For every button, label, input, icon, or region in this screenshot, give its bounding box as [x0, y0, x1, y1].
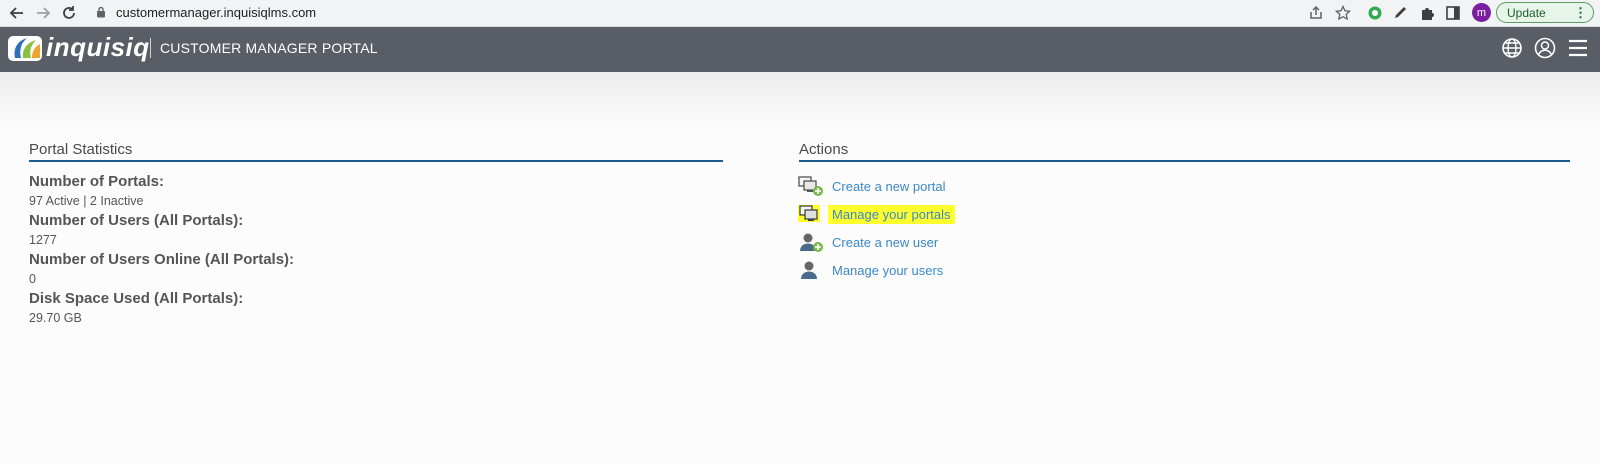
create-portal-link[interactable]: Create a new portal: [828, 177, 949, 196]
stat-value-users-online: 0: [29, 272, 36, 286]
forward-button[interactable]: [32, 2, 54, 24]
stat-label-disk-space: Disk Space Used (All Portals):: [29, 290, 244, 307]
stat-label-users-online: Number of Users Online (All Portals):: [29, 251, 295, 268]
update-label: Update: [1507, 5, 1546, 20]
create-user-icon: [798, 231, 824, 253]
create-portal-icon: [798, 175, 824, 197]
reload-icon: [63, 6, 75, 19]
manage-portals-icon: [798, 203, 824, 225]
actions-rule: [799, 160, 1570, 162]
portal-statistics-title: Portal Statistics: [29, 141, 133, 158]
browser-toolbar: customermanager.inquisiqlms.com m Update…: [0, 0, 1600, 27]
manage-portals-link[interactable]: Manage your portals: [828, 204, 955, 224]
extension-pen-icon[interactable]: [1391, 3, 1411, 23]
lock-icon: [94, 5, 108, 19]
extensions-puzzle-icon[interactable]: [1417, 3, 1437, 23]
back-button[interactable]: [6, 2, 28, 24]
bookmark-star-icon[interactable]: [1333, 3, 1353, 23]
stat-label-users: Number of Users (All Portals):: [29, 212, 244, 229]
reload-button[interactable]: [58, 2, 80, 24]
inquisiq-logo-icon[interactable]: [7, 35, 43, 62]
action-manage-portals[interactable]: Manage your portals: [798, 203, 955, 225]
stat-label-portals: Number of Portals:: [29, 173, 165, 190]
portal-statistics-rule: [29, 160, 723, 162]
profile-avatar[interactable]: m: [1472, 3, 1491, 22]
action-create-portal[interactable]: Create a new portal: [798, 175, 949, 197]
stat-value-portals: 97 Active | 2 Inactive: [29, 194, 144, 208]
app-header: inquisiq CUSTOMER MANAGER PORTAL: [0, 27, 1600, 72]
create-user-link[interactable]: Create a new user: [828, 233, 942, 252]
extension-green-icon[interactable]: [1365, 3, 1385, 23]
header-divider: [150, 38, 151, 58]
manage-users-icon: [798, 259, 824, 281]
share-icon[interactable]: [1306, 3, 1326, 23]
update-button[interactable]: Update ⋮: [1496, 2, 1594, 23]
address-bar[interactable]: customermanager.inquisiqlms.com: [88, 2, 1363, 22]
action-manage-users[interactable]: Manage your users: [798, 259, 947, 281]
manage-users-link[interactable]: Manage your users: [828, 261, 947, 280]
back-arrow-icon: [9, 7, 23, 19]
user-profile-icon[interactable]: [1532, 35, 1558, 61]
side-panel-icon[interactable]: [1443, 3, 1463, 23]
url-text: customermanager.inquisiqlms.com: [116, 4, 317, 20]
header-shadow: [0, 72, 1600, 132]
actions-title: Actions: [799, 141, 849, 158]
hamburger-menu-icon[interactable]: [1565, 35, 1591, 61]
stat-value-disk-space: 29.70 GB: [29, 311, 82, 325]
action-create-user[interactable]: Create a new user: [798, 231, 942, 253]
globe-icon[interactable]: [1499, 35, 1525, 61]
more-vert-icon: ⋮: [1574, 4, 1587, 20]
logo-text: inquisiq: [46, 32, 150, 62]
page-title: CUSTOMER MANAGER PORTAL: [160, 40, 378, 56]
forward-arrow-icon: [37, 7, 51, 19]
stat-value-users: 1277: [29, 233, 57, 247]
